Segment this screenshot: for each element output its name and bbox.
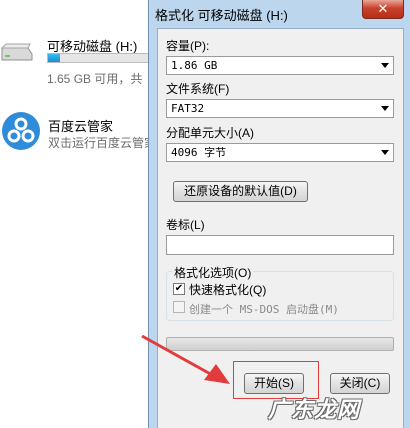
usb-drive-icon — [0, 43, 33, 61]
pointer-arrow-icon — [141, 334, 230, 384]
dialog-titlebar[interactable]: 格式化 可移动磁盘 (H:) ✕ — [149, 0, 410, 26]
close-label: 关闭(C) — [339, 376, 381, 390]
baidu-cloud-item[interactable]: 百度云管家 双击运行百度云管家 — [0, 108, 156, 158]
close-window-button[interactable]: ✕ — [362, 0, 404, 19]
dropdown-arrow-icon — [381, 63, 389, 68]
volume-label-input[interactable] — [166, 235, 394, 255]
filesystem-select[interactable]: FAT32 — [166, 99, 394, 118]
format-options-group: 格式化选项(O) ✔ 快速格式化(Q) 创建一个 MS-DOS 启动盘(M) — [166, 264, 394, 321]
drive-free-space: 1.65 GB 可用，共 — [47, 72, 143, 86]
volume-label-label: 卷标(L) — [166, 218, 205, 232]
allocation-label: 分配单元大小(A) — [166, 126, 254, 140]
allocation-select[interactable]: 4096 字节 — [166, 143, 394, 162]
watermark: 广东龙网 — [268, 397, 361, 422]
filesystem-label: 文件系统(F) — [166, 82, 230, 96]
capacity-label: 容量(P): — [166, 39, 210, 53]
drive-usage-fill — [48, 54, 61, 62]
msdos-boot-checkbox[interactable] — [173, 301, 185, 313]
quick-format-checkbox[interactable]: ✔ — [173, 283, 185, 295]
format-options-title: 格式化选项(O) — [172, 264, 254, 281]
baidu-cloud-icon — [2, 112, 40, 150]
capacity-select[interactable]: 1.86 GB — [166, 56, 394, 75]
removable-drive-item[interactable]: 可移动磁盘 (H:) 1.65 GB 可用，共 — [0, 14, 150, 86]
dropdown-arrow-icon — [381, 106, 389, 111]
capacity-value: 1.86 GB — [171, 59, 218, 72]
drive-usage-bar — [47, 53, 150, 63]
restore-defaults-button[interactable]: 还原设备的默认值(D) — [173, 181, 308, 202]
msdos-boot-label: 创建一个 MS-DOS 启动盘(M) — [189, 303, 339, 316]
allocation-value: 4096 字节 — [171, 146, 227, 159]
close-icon: ✕ — [377, 1, 389, 16]
restore-defaults-label: 还原设备的默认值(D) — [184, 184, 297, 198]
filesystem-value: FAT32 — [171, 102, 205, 115]
quick-format-label[interactable]: 快速格式化(Q) — [189, 281, 266, 298]
close-button[interactable]: 关闭(C) — [330, 373, 390, 394]
explorer-pane: 可移动磁盘 (H:) 1.65 GB 可用，共 百度云管家 双击运行百度云管家 — [0, 0, 156, 428]
app-description: 双击运行百度云管家 — [48, 136, 157, 150]
dropdown-arrow-icon — [381, 150, 389, 155]
app-name: 百度云管家 — [48, 119, 114, 134]
dialog-title: 格式化 可移动磁盘 (H:) — [155, 8, 288, 23]
